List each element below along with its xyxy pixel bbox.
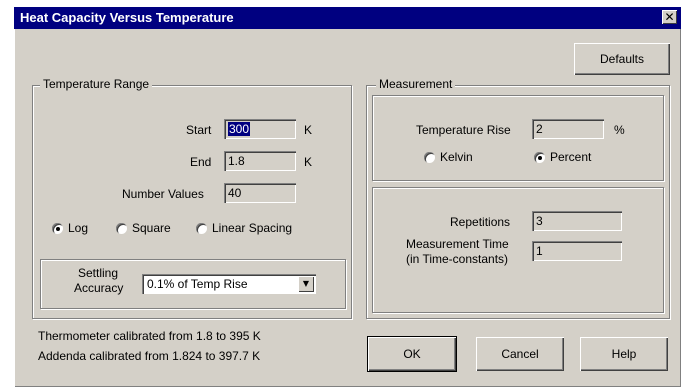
time-constants-label: (in Time-constants) bbox=[406, 252, 509, 266]
radio-unselected-icon bbox=[424, 152, 435, 164]
temperature-rise-unit: % bbox=[614, 123, 625, 137]
start-field[interactable]: 300 bbox=[224, 119, 296, 139]
temperature-range-legend: Temperature Range bbox=[40, 77, 153, 91]
addenda-calibration-text: Addenda calibrated from 1.824 to 397.7 K bbox=[38, 349, 261, 363]
temperature-rise-box bbox=[372, 95, 664, 181]
start-value: 300 bbox=[228, 122, 251, 136]
ok-button[interactable]: OK bbox=[368, 337, 456, 371]
defaults-button[interactable]: Defaults bbox=[574, 43, 670, 75]
title-bar[interactable]: Heat Capacity Versus Temperature ✕ bbox=[14, 7, 681, 29]
square-radio[interactable]: Square bbox=[116, 221, 171, 235]
end-field[interactable]: 1.8 bbox=[224, 151, 296, 171]
square-label: Square bbox=[132, 221, 171, 235]
linear-spacing-label: Linear Spacing bbox=[212, 221, 293, 235]
start-label: Start bbox=[186, 123, 212, 137]
chevron-down-icon[interactable]: ▼ bbox=[298, 276, 314, 292]
number-values-label: Number Values bbox=[122, 187, 204, 201]
linear-spacing-radio[interactable]: Linear Spacing bbox=[196, 221, 292, 235]
help-button[interactable]: Help bbox=[580, 337, 668, 371]
end-unit: K bbox=[304, 155, 313, 169]
percent-radio[interactable]: Percent bbox=[534, 150, 591, 164]
settling-label: Settling bbox=[78, 266, 119, 280]
log-radio[interactable]: Log bbox=[52, 221, 88, 235]
kelvin-label: Kelvin bbox=[440, 150, 473, 164]
radio-selected-icon bbox=[534, 152, 545, 164]
radio-selected-icon bbox=[52, 223, 63, 235]
number-values-field[interactable]: 40 bbox=[224, 183, 296, 203]
repetitions-field[interactable]: 3 bbox=[532, 211, 622, 231]
thermometer-calibration-text: Thermometer calibrated from 1.8 to 395 K bbox=[38, 329, 261, 343]
close-icon[interactable]: ✕ bbox=[662, 10, 677, 24]
measurement-time-field[interactable]: 1 bbox=[532, 241, 622, 261]
measurement-legend: Measurement bbox=[376, 77, 456, 91]
temperature-rise-field[interactable]: 2 bbox=[532, 119, 604, 139]
repetitions-label: Repetitions bbox=[450, 215, 511, 229]
settling-accuracy-value: 0.1% of Temp Rise bbox=[147, 277, 248, 291]
radio-unselected-icon bbox=[116, 223, 127, 235]
cancel-button[interactable]: Cancel bbox=[476, 337, 564, 371]
temperature-rise-label: Temperature Rise bbox=[416, 123, 511, 137]
kelvin-radio[interactable]: Kelvin bbox=[424, 150, 473, 164]
log-label: Log bbox=[68, 221, 89, 235]
end-label: End bbox=[190, 155, 212, 169]
dialog-window: Heat Capacity Versus Temperature ✕ Defau… bbox=[14, 7, 681, 387]
radio-unselected-icon bbox=[196, 223, 207, 235]
window-title: Heat Capacity Versus Temperature bbox=[20, 10, 234, 25]
measurement-time-label: Measurement Time bbox=[406, 237, 509, 251]
percent-label: Percent bbox=[550, 150, 592, 164]
settling-accuracy-select[interactable]: 0.1% of Temp Rise ▼ bbox=[142, 274, 316, 294]
start-unit: K bbox=[304, 123, 313, 137]
accuracy-label: Accuracy bbox=[74, 281, 124, 295]
